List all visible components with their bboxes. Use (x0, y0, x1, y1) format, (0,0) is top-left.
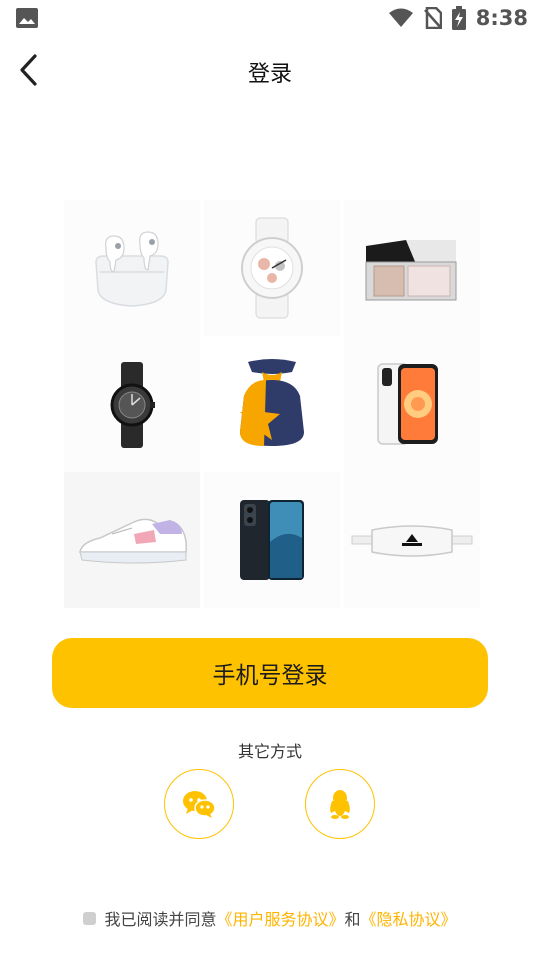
battery-charging-icon (451, 6, 466, 30)
status-icons: 8:38 (388, 6, 528, 30)
wechat-icon (183, 791, 216, 818)
compact-product (344, 200, 480, 336)
phone-blue-product (204, 472, 340, 608)
privacy-link[interactable]: 《隐私协议》 (361, 906, 457, 930)
status-time: 8:38 (475, 6, 528, 30)
page-title: 登录 (247, 62, 292, 87)
agreement-prefix: 我已阅读并同意 (104, 910, 217, 929)
no-sim-icon (423, 7, 442, 29)
agreement-checkbox[interactable] (83, 911, 97, 925)
agreement-row: 我已阅读并同意 《用户服务协议》 和 《隐私协议》 (0, 906, 540, 930)
qq-icon (330, 790, 350, 819)
watch-black-product (64, 336, 200, 472)
waist-bag-product (344, 472, 480, 608)
lucky-bag-product (204, 336, 340, 472)
wifi-icon (388, 8, 413, 27)
wechat-login-button[interactable] (164, 769, 234, 839)
watch-white-product (204, 200, 340, 336)
agreement-and: 和 (344, 910, 361, 929)
user-agreement-link[interactable]: 《用户服务协议》 (216, 906, 344, 930)
qq-login-button[interactable] (305, 769, 375, 839)
phone-login-button[interactable]: 手机号登录 (52, 638, 488, 708)
iphone-product (344, 336, 480, 472)
gallery-icon (16, 8, 38, 28)
header-bar: 登录 (0, 36, 540, 104)
other-methods-label: 其它方式 (237, 742, 302, 761)
product-grid (64, 200, 480, 608)
status-bar: 8:38 (0, 0, 540, 36)
sneaker-product (64, 472, 200, 608)
earbuds-product (64, 200, 200, 336)
